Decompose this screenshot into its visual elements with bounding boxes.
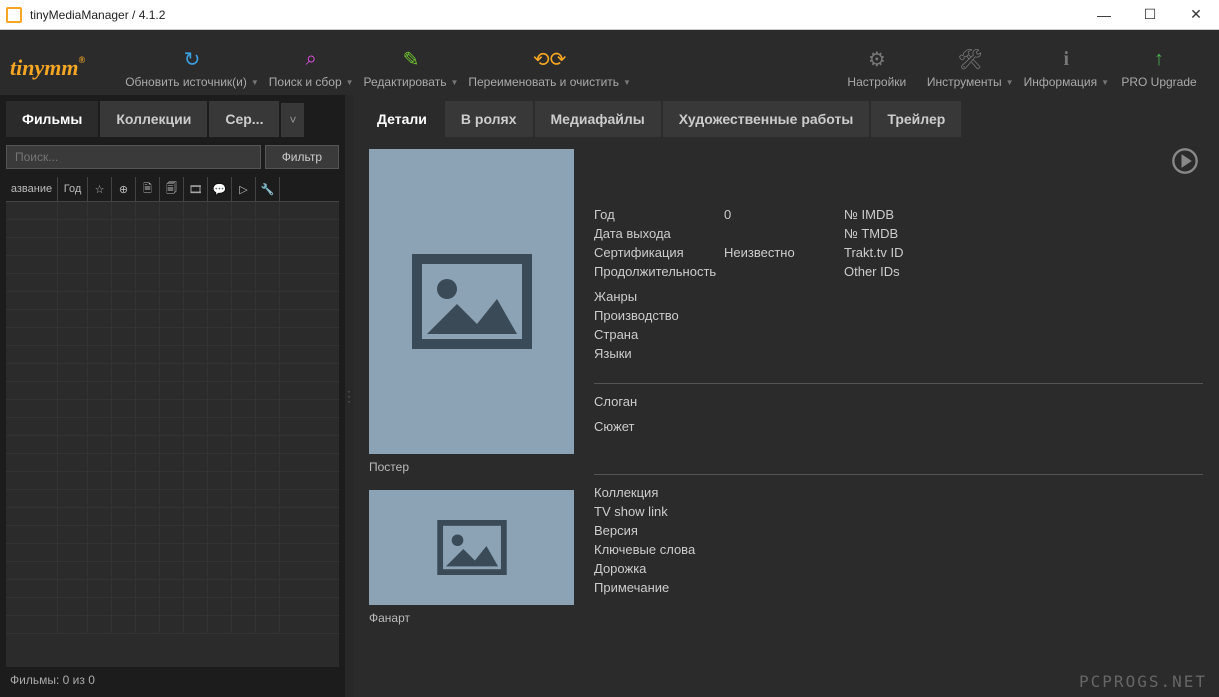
- field-note: Примечание: [594, 580, 724, 595]
- app-icon: [6, 7, 22, 23]
- tab-trailer[interactable]: Трейлер: [871, 101, 961, 137]
- field-langs: Языки: [594, 346, 1203, 361]
- field-imdb: № IMDB: [844, 207, 974, 222]
- search-scrape-button[interactable]: ⌕ Поиск и сбор▼: [269, 47, 354, 89]
- tab-collections[interactable]: Коллекции: [100, 101, 207, 137]
- app-logo: tinymm: [10, 55, 85, 89]
- field-tvlink: TV show link: [594, 504, 724, 519]
- status-bar: Фильмы: 0 из 0: [6, 667, 339, 693]
- upgrade-icon: ↑: [1154, 47, 1164, 71]
- field-country: Страна: [594, 327, 1203, 342]
- field-tmdb: № TMDB: [844, 226, 974, 241]
- field-year: Год: [594, 207, 724, 222]
- poster-label: Постер: [369, 460, 574, 474]
- tab-details[interactable]: Детали: [361, 101, 443, 137]
- value-year: 0: [724, 207, 844, 222]
- filter-button[interactable]: Фильтр: [265, 145, 339, 169]
- panel-splitter[interactable]: ⋮: [345, 95, 353, 697]
- rename-icon: ⟲⟳: [533, 47, 567, 71]
- close-button[interactable]: ✕: [1173, 0, 1219, 30]
- refresh-icon: ↻: [184, 47, 201, 71]
- tools-icon: 🛠: [958, 47, 983, 71]
- image-icon: [412, 254, 532, 349]
- field-runtime: Продолжительность: [594, 264, 724, 279]
- tab-artwork[interactable]: Художественные работы: [663, 101, 870, 137]
- rename-cleanup-button[interactable]: ⟲⟳ Переименовать и очистить▼: [468, 47, 631, 89]
- fanart-placeholder[interactable]: [369, 490, 574, 605]
- detail-panel: Детали В ролях Медиафайлы Художественные…: [353, 95, 1219, 697]
- col-new[interactable]: ⊕: [112, 177, 136, 201]
- play-button[interactable]: [1171, 147, 1199, 182]
- main-toolbar: tinymm ↻ Обновить источник(и)▼ ⌕ Поиск и…: [0, 30, 1219, 95]
- edit-icon: ✎: [403, 47, 420, 71]
- tab-movies[interactable]: Фильмы: [6, 101, 98, 137]
- tab-cast[interactable]: В ролях: [445, 101, 533, 137]
- image-icon: [437, 520, 507, 575]
- field-genres: Жанры: [594, 289, 1203, 304]
- col-trailer[interactable]: ▷: [232, 177, 256, 201]
- pro-upgrade-button[interactable]: ↑ PRO Upgrade: [1119, 47, 1199, 89]
- field-cert: Сертификация: [594, 245, 724, 260]
- field-plot: Сюжет: [594, 419, 724, 434]
- col-title[interactable]: азвание: [6, 177, 58, 201]
- poster-placeholder[interactable]: [369, 149, 574, 454]
- grid-header: азвание Год ☆ ⊕ 🗎 🗐 🎞 💬 ▷ 🔧: [6, 177, 339, 202]
- maximize-button[interactable]: ☐: [1127, 0, 1173, 30]
- field-other-ids: Other IDs: [844, 264, 974, 279]
- settings-button[interactable]: ⚙ Настройки: [837, 47, 917, 89]
- tools-button[interactable]: 🛠 Инструменты▼: [927, 47, 1014, 89]
- library-tabs: Фильмы Коллекции Сер... ˅: [6, 99, 339, 137]
- col-favorite[interactable]: ☆: [88, 177, 112, 201]
- refresh-sources-button[interactable]: ↻ Обновить источник(и)▼: [125, 47, 259, 89]
- info-icon: i: [1064, 47, 1070, 71]
- info-button[interactable]: i Информация▼: [1024, 47, 1109, 89]
- col-subtitle[interactable]: 💬: [208, 177, 232, 201]
- field-trakt: Trakt.tv ID: [844, 245, 974, 260]
- library-panel: Фильмы Коллекции Сер... ˅ Фильтр азвание…: [0, 95, 345, 697]
- field-release: Дата выхода: [594, 226, 724, 241]
- tab-series[interactable]: Сер...: [209, 101, 279, 137]
- minimize-button[interactable]: —: [1081, 0, 1127, 30]
- field-studio: Производство: [594, 308, 1203, 323]
- window-titlebar: tinyMediaManager / 4.1.2 — ☐ ✕: [0, 0, 1219, 30]
- edit-button[interactable]: ✎ Редактировать▼: [364, 47, 459, 89]
- detail-tabs: Детали В ролях Медиафайлы Художественные…: [361, 99, 1211, 137]
- col-images[interactable]: 🗐: [160, 177, 184, 201]
- gear-icon: ⚙: [868, 47, 886, 71]
- value-cert: Неизвестно: [724, 245, 844, 260]
- tabs-dropdown[interactable]: ˅: [281, 103, 304, 137]
- grid-body[interactable]: for(let i=0;i<24;i++)document.write('<di…: [6, 202, 339, 667]
- field-collection: Коллекция: [594, 485, 724, 500]
- fanart-label: Фанарт: [369, 611, 574, 625]
- field-tagline: Слоган: [594, 394, 724, 409]
- window-title: tinyMediaManager / 4.1.2: [30, 8, 165, 22]
- col-video[interactable]: 🎞: [184, 177, 208, 201]
- col-year[interactable]: Год: [58, 177, 88, 201]
- field-track: Дорожка: [594, 561, 724, 576]
- watermark: PCPROGS.NET: [1079, 672, 1207, 691]
- field-version: Версия: [594, 523, 724, 538]
- col-nfo[interactable]: 🗎: [136, 177, 160, 201]
- search-icon: ⌕: [306, 47, 317, 71]
- col-wrench[interactable]: 🔧: [256, 177, 280, 201]
- field-keywords: Ключевые слова: [594, 542, 724, 557]
- tab-mediafiles[interactable]: Медиафайлы: [535, 101, 661, 137]
- search-input[interactable]: [6, 145, 261, 169]
